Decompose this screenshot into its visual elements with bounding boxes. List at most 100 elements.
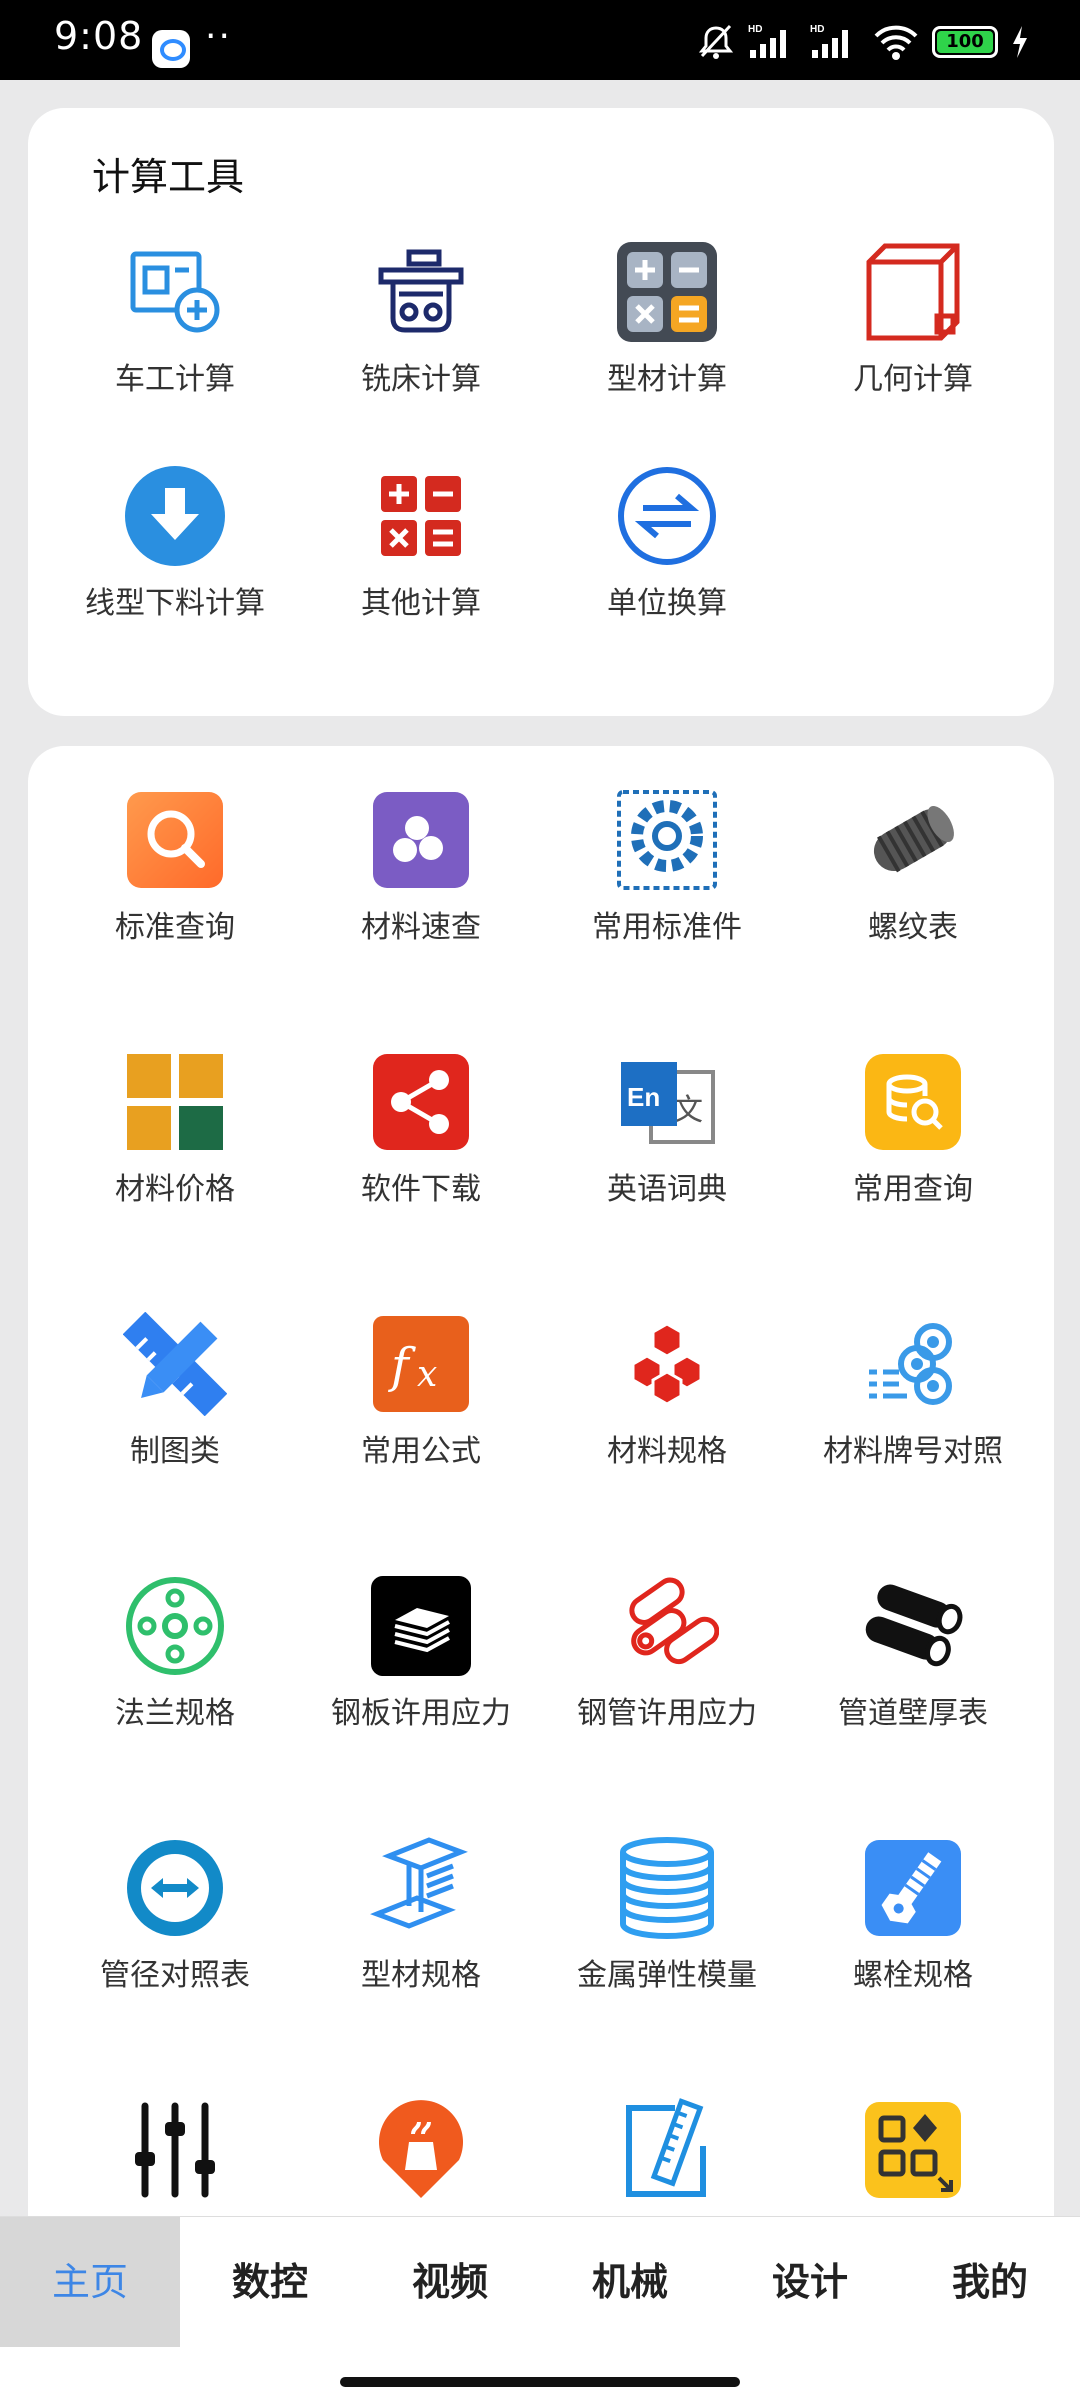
tool-geometry[interactable]: 几何计算 (790, 240, 1036, 398)
svg-text:文: 文 (673, 1093, 703, 1128)
ref-label: 钢管许用应力 (577, 1696, 757, 1731)
tab-video[interactable]: 视频 (360, 2217, 540, 2347)
steel-plate-icon (371, 1576, 471, 1676)
ref-english-dictionary[interactable]: 文 En 英语词典 (544, 1050, 790, 1208)
ref-drafting[interactable]: 制图类 (52, 1312, 298, 1470)
more-notifications-icon: ·· (205, 16, 232, 57)
ref-pipe-wall-thickness[interactable]: 管道壁厚表 (790, 1574, 1036, 1732)
tool-profile[interactable]: 型材计算 (544, 240, 790, 398)
app-icon (152, 30, 190, 68)
tool-label: 其他计算 (361, 586, 481, 621)
wifi-icon (874, 25, 918, 60)
ref-label: 标准查询 (115, 910, 235, 945)
ref-material-grade[interactable]: 材料牌号对照 (790, 1312, 1036, 1470)
signal-hd-icon: HD (810, 24, 848, 58)
status-icons: HD HD 100 (696, 22, 1030, 62)
references-grid: 标准查询 材料速查 常用标准件 螺纹表 材料价格 软件下载 文 En 英语词典 常 (52, 788, 1054, 2212)
ref-label: 英语词典 (607, 1172, 727, 1207)
tool-label: 几何计算 (853, 362, 973, 397)
milling-icon (378, 249, 464, 333)
ref-item-21[interactable] (52, 2098, 298, 2212)
edit-ruler-icon (626, 2098, 706, 2197)
ref-flange-spec[interactable]: 法兰规格 (52, 1574, 298, 1732)
tab-cnc[interactable]: 数控 (180, 2217, 360, 2347)
ref-elastic-modulus[interactable]: 金属弹性模量 (544, 1836, 790, 1994)
apps-icon (865, 2102, 961, 2198)
material-icon (373, 792, 469, 888)
ref-material-lookup[interactable]: 材料速查 (298, 788, 544, 946)
ref-label: 材料价格 (115, 1172, 235, 1207)
svg-text:x: x (417, 1354, 437, 1395)
price-grid-icon (127, 1054, 223, 1150)
tool-unit-convert[interactable]: 单位换算 (544, 464, 790, 622)
ref-thread-table[interactable]: 螺纹表 (790, 788, 1036, 946)
ref-label: 管道壁厚表 (838, 1696, 988, 1731)
i-beam-icon (370, 1837, 468, 1929)
references-card: 标准查询 材料速查 常用标准件 螺纹表 材料价格 软件下载 文 En 英语词典 常 (28, 746, 1054, 2366)
svg-text:En: En (627, 1082, 660, 1112)
ref-material-spec[interactable]: 材料规格 (544, 1312, 790, 1470)
cubes-icon (631, 1322, 703, 1406)
bottom-nav: 主页 数控 视频 机械 设计 我的 (0, 2216, 1080, 2400)
ref-label: 材料牌号对照 (823, 1434, 1003, 1469)
tool-other[interactable]: 其他计算 (298, 464, 544, 622)
clock: 9:08 (54, 14, 144, 58)
battery-level: 100 (937, 31, 993, 53)
formula-icon: fx (373, 1316, 469, 1412)
tool-label: 车工计算 (115, 362, 235, 397)
ref-standard-query[interactable]: 标准查询 (52, 788, 298, 946)
tool-label: 单位换算 (607, 586, 727, 621)
ref-steel-pipe-stress[interactable]: 钢管许用应力 (544, 1574, 790, 1732)
ref-common-query[interactable]: 常用查询 (790, 1050, 1036, 1208)
tool-lathe[interactable]: 车工计算 (52, 240, 298, 398)
tool-linear-cutting[interactable]: 线型下料计算 (52, 464, 298, 622)
status-bar: 9:08 ·· HD HD 100 (0, 0, 1080, 80)
steel-pipe-icon (629, 1577, 719, 1665)
cube-icon (866, 243, 960, 341)
ref-profile-spec[interactable]: 型材规格 (298, 1836, 544, 1994)
ref-label: 常用公式 (361, 1434, 481, 1469)
ref-label: 制图类 (130, 1434, 220, 1469)
diameter-icon (127, 1840, 223, 1936)
tab-mine[interactable]: 我的 (900, 2217, 1080, 2347)
tab-design[interactable]: 设计 (720, 2217, 900, 2347)
tool-label: 型材计算 (607, 362, 727, 397)
tab-home[interactable]: 主页 (0, 2217, 180, 2347)
ref-common-formula[interactable]: fx 常用公式 (298, 1312, 544, 1470)
layers-icon (620, 1837, 714, 1940)
ref-software-download[interactable]: 软件下载 (298, 1050, 544, 1208)
calc-tools-grid: 车工计算 铣床计算 型材计算 几何计算 线型下料计算 其他计算 单位换算 (52, 240, 1078, 622)
calc-tools-card: 计算工具 车工计算 铣床计算 型材计算 几何计算 线型下料计算 其他计算 单位换… (28, 108, 1054, 716)
ref-label: 法兰规格 (115, 1696, 235, 1731)
lathe-icon (130, 251, 220, 333)
sliders-icon (135, 2102, 215, 2198)
tool-milling[interactable]: 铣床计算 (298, 240, 544, 398)
calc-tools-title: 计算工具 (92, 155, 245, 199)
ref-label: 材料速查 (361, 910, 481, 945)
tab-mechanical[interactable]: 机械 (540, 2217, 720, 2347)
ref-label: 型材规格 (361, 1958, 481, 1993)
battery-icon: 100 (932, 26, 998, 58)
ref-label: 钢板许用应力 (331, 1696, 511, 1731)
thread-icon (873, 805, 954, 873)
ref-steel-plate-stress[interactable]: 钢板许用应力 (298, 1574, 544, 1732)
ref-item-23[interactable] (544, 2098, 790, 2212)
pipe-icon (865, 1584, 963, 1667)
ref-standard-parts[interactable]: 常用标准件 (544, 788, 790, 946)
rolls-icon (869, 1323, 952, 1405)
ref-bolt-spec[interactable]: 螺栓规格 (790, 1836, 1036, 1994)
ref-label: 材料规格 (607, 1434, 727, 1469)
bolt-icon (865, 1840, 961, 1936)
download-circle-icon (125, 466, 225, 566)
ref-label: 常用查询 (853, 1172, 973, 1207)
share-icon (373, 1054, 469, 1150)
home-indicator[interactable] (340, 2377, 740, 2387)
signal-hd-icon: HD (748, 24, 786, 58)
ref-pipe-diameter[interactable]: 管径对照表 (52, 1836, 298, 1994)
ref-material-price[interactable]: 材料价格 (52, 1050, 298, 1208)
ref-item-24[interactable] (790, 2098, 1036, 2212)
ref-item-22[interactable] (298, 2098, 544, 2212)
svg-text:HD: HD (748, 24, 762, 35)
ref-label: 螺栓规格 (853, 1958, 973, 1993)
calculator-icon (617, 242, 717, 342)
